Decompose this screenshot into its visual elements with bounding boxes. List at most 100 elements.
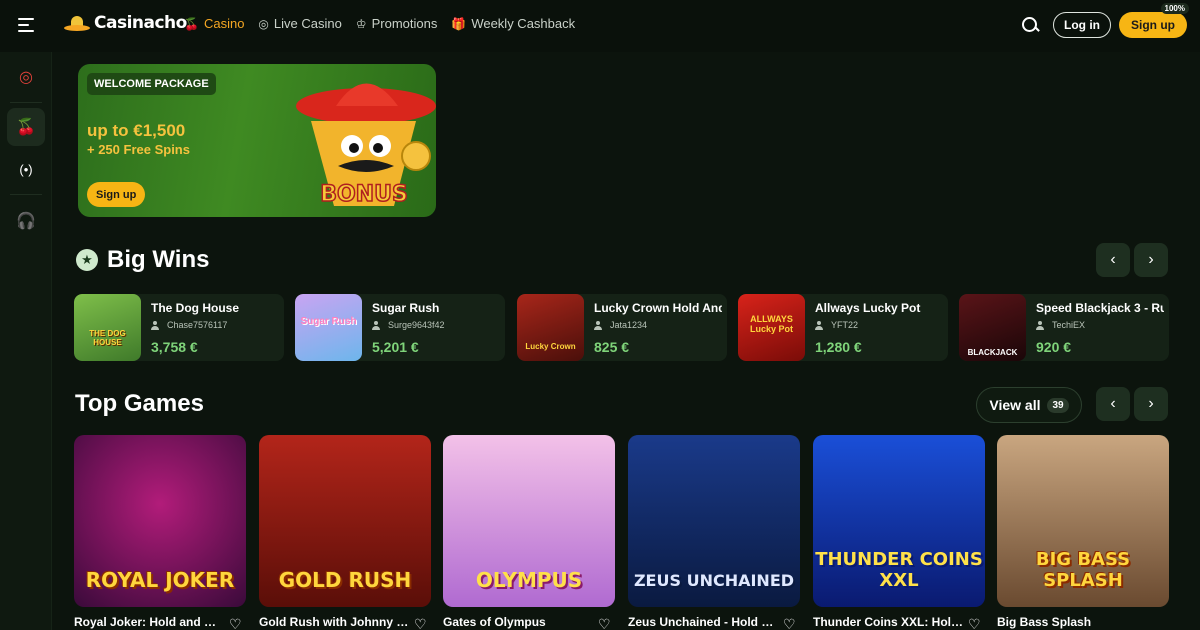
- sombrero-icon: [64, 12, 90, 34]
- big-win-card[interactable]: THE DOG HOUSE The Dog House Chase7576117…: [74, 294, 284, 361]
- signup-button[interactable]: Sign up 100%: [1119, 3, 1189, 38]
- star-icon: ★: [76, 249, 98, 271]
- chevron-left-icon: ‹: [1110, 395, 1116, 412]
- top-games-next-button[interactable]: ›: [1134, 387, 1168, 421]
- nav-label: Casino: [203, 16, 245, 31]
- big-wins-next-button[interactable]: ›: [1134, 243, 1168, 277]
- sidebar: ◎ 🍒 (•) 🎧: [0, 52, 52, 630]
- win-user: Chase7576117: [151, 320, 227, 330]
- win-game-name: Speed Blackjack 3 - Ruby: [1036, 301, 1164, 315]
- chevron-right-icon: ›: [1148, 251, 1154, 268]
- win-game-name: Lucky Crown Hold And Win: [594, 301, 722, 315]
- nav-label: Live Casino: [273, 16, 342, 31]
- heart-icon[interactable]: ♡: [783, 617, 799, 630]
- game-label[interactable]: Thunder Coins XXL: Hold and Win: [813, 615, 963, 629]
- logo[interactable]: Casinacho: [64, 12, 187, 34]
- win-user: Jata1234: [594, 320, 647, 330]
- heart-icon[interactable]: ♡: [414, 617, 430, 630]
- win-username: TechiEX: [1052, 320, 1086, 330]
- games-count-badge: 39: [1047, 397, 1069, 413]
- welcome-tag: WELCOME PACKAGE: [87, 73, 216, 95]
- game-tile[interactable]: GOLD RUSH: [259, 435, 431, 607]
- win-user: Surge9643f42: [372, 320, 445, 330]
- sidebar-item-sports[interactable]: ◎: [7, 58, 45, 96]
- bonus-badge: 100%: [1160, 3, 1189, 14]
- menu-icon[interactable]: [18, 18, 34, 32]
- login-button[interactable]: Log in: [1053, 12, 1111, 38]
- big-wins-prev-button[interactable]: ‹: [1096, 243, 1130, 277]
- game-thumbnail: Lucky Crown: [517, 294, 584, 361]
- big-win-card[interactable]: ALLWAYS Lucky Pot Allways Lucky Pot YFT2…: [738, 294, 948, 361]
- game-tile[interactable]: ZEUS UNCHAINED: [628, 435, 800, 607]
- mascot-image: BONUS: [296, 83, 436, 208]
- chevron-left-icon: ‹: [1110, 251, 1116, 268]
- heart-icon[interactable]: ♡: [968, 617, 984, 630]
- nav-casino[interactable]: 🍒 Casino: [184, 16, 244, 31]
- game-tile[interactable]: BIG BASS SPLASH: [997, 435, 1169, 607]
- welcome-banner[interactable]: WELCOME PACKAGE up to €1,500 + 250 Free …: [78, 64, 436, 217]
- cherries-icon: 🍒: [16, 119, 36, 136]
- sidebar-item-support[interactable]: 🎧: [7, 202, 45, 240]
- big-win-card[interactable]: Lucky Crown Lucky Crown Hold And Win Jat…: [517, 294, 727, 361]
- search-icon[interactable]: [1021, 16, 1039, 34]
- game-art-text: BIG BASS SPLASH: [1035, 549, 1131, 591]
- win-user: TechiEX: [1036, 320, 1085, 330]
- game-label[interactable]: Big Bass Splash: [997, 615, 1147, 629]
- user-icon: [594, 320, 602, 330]
- win-user: YFT22: [815, 320, 858, 330]
- view-all-button[interactable]: View all 39: [976, 387, 1082, 423]
- thumb-text: THE DOG HOUSE: [89, 329, 126, 347]
- target-icon: ◎: [19, 69, 33, 86]
- game-label[interactable]: Zeus Unchained - Hold & Hit: [628, 615, 778, 629]
- view-all-label: View all: [989, 397, 1041, 413]
- game-label[interactable]: Gates of Olympus: [443, 615, 593, 629]
- big-win-card[interactable]: Sugar Rush Sugar Rush Surge9643f42 5,201…: [295, 294, 505, 361]
- sidebar-item-live[interactable]: (•): [7, 150, 45, 188]
- win-amount: 825 €: [594, 339, 630, 355]
- main-nav: 🍒 Casino ◎ Live Casino ♔ Promotions 🎁 Weekly…: [184, 16, 575, 31]
- game-thumbnail: THE DOG HOUSE: [74, 294, 141, 361]
- top-games-prev-button[interactable]: ‹: [1096, 387, 1130, 421]
- logo-text: Casinacho: [94, 13, 187, 33]
- cherries-icon: 🍒: [184, 16, 199, 31]
- user-icon: [372, 320, 380, 330]
- win-username: Chase7576117: [167, 320, 228, 330]
- sidebar-item-casino[interactable]: 🍒: [7, 108, 45, 146]
- user-icon: [151, 320, 159, 330]
- nav-live-casino[interactable]: ◎ Live Casino: [258, 16, 341, 31]
- game-art-text: GOLD RUSH: [278, 568, 412, 592]
- win-amount: 920 €: [1036, 339, 1072, 355]
- game-thumbnail: BLACKJACK: [959, 294, 1026, 361]
- win-username: YFT22: [831, 320, 859, 330]
- big-win-card[interactable]: BLACKJACK Speed Blackjack 3 - Ruby Techi…: [959, 294, 1169, 361]
- thumb-text: BLACKJACK: [967, 348, 1018, 357]
- signup-label: Sign up: [1131, 18, 1175, 32]
- win-amount: 3,758 €: [151, 339, 198, 355]
- game-thumbnail: ALLWAYS Lucky Pot: [738, 294, 805, 361]
- mascot-text: BONUS: [320, 182, 408, 207]
- heart-icon[interactable]: ♡: [598, 617, 614, 630]
- nav-label: Promotions: [371, 16, 438, 31]
- thumb-text: ALLWAYS Lucky Pot: [749, 314, 793, 334]
- live-icon: ◎: [258, 16, 269, 31]
- big-wins-title: Big Wins: [107, 246, 210, 273]
- win-username: Surge9643f42: [388, 320, 445, 330]
- heart-icon[interactable]: ♡: [229, 617, 245, 630]
- game-label[interactable]: Royal Joker: Hold and Win: [74, 615, 224, 629]
- game-art-text: THUNDER COINS XXL: [815, 549, 983, 591]
- game-art-text: ZEUS UNCHAINED: [633, 571, 795, 590]
- crown-icon: ♔: [355, 16, 367, 31]
- nav-weekly-cashback[interactable]: 🎁 Weekly Cashback: [451, 16, 575, 31]
- game-tile[interactable]: OLYMPUS: [443, 435, 615, 607]
- win-game-name: Allways Lucky Pot: [815, 301, 921, 315]
- bonus-amount: up to €1,500: [87, 121, 186, 140]
- win-game-name: The Dog House: [151, 301, 240, 315]
- game-label[interactable]: Gold Rush with Johnny Cash: [259, 615, 409, 629]
- nav-promotions[interactable]: ♔ Promotions: [356, 16, 438, 31]
- game-tile[interactable]: THUNDER COINS XXL: [813, 435, 985, 607]
- gift-icon: 🎁: [451, 16, 467, 31]
- nav-label: Weekly Cashback: [471, 16, 576, 31]
- thumb-text: Lucky Crown: [525, 342, 576, 351]
- game-tile[interactable]: ROYAL JOKER: [74, 435, 246, 607]
- banner-signup-button[interactable]: Sign up: [87, 182, 146, 207]
